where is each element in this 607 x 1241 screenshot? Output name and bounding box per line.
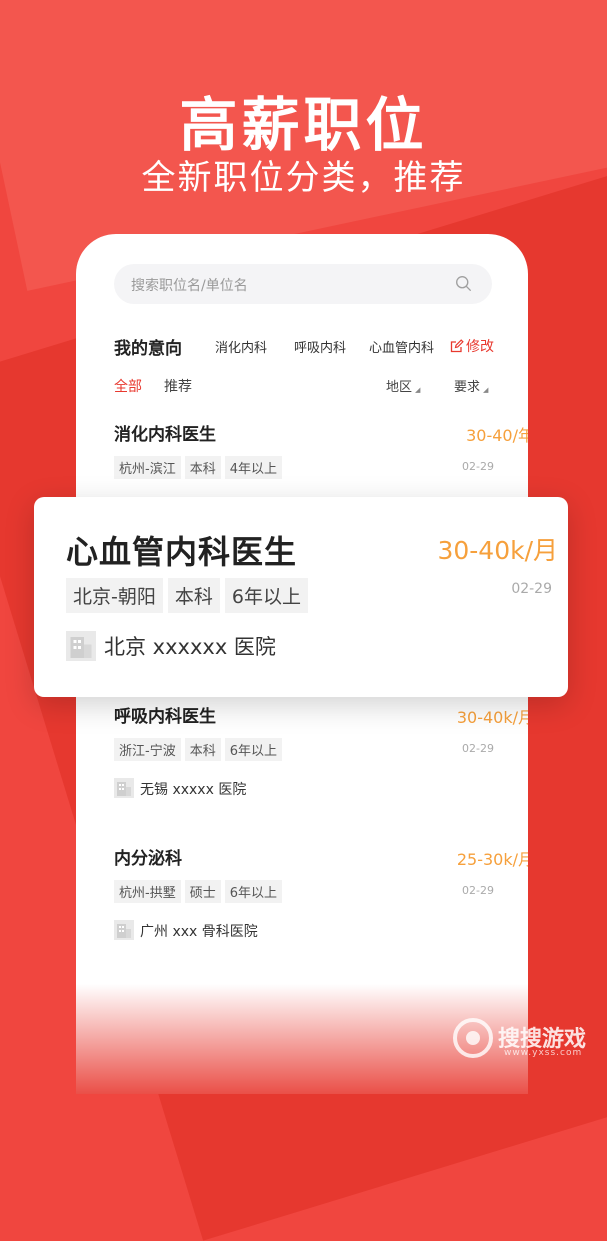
job-tags: 浙江-宁波 本科 6年以上 bbox=[114, 738, 286, 761]
hospital-icon bbox=[114, 778, 134, 798]
my-intent-row: 我的意向 消化内科 呼吸内科 心血管内科 修改 bbox=[114, 334, 494, 359]
featured-job-organization: 北京 xxxxxx 医院 bbox=[66, 631, 276, 661]
edit-label: 修改 bbox=[466, 339, 494, 355]
region-dropdown[interactable]: 地区 ◢ bbox=[386, 376, 420, 395]
job-salary: 30-40/年 bbox=[466, 426, 528, 445]
search-icon[interactable] bbox=[455, 275, 472, 292]
job-tag-degree: 本科 bbox=[184, 738, 221, 761]
job-tag-degree: 本科 bbox=[184, 456, 221, 479]
job-tag-experience: 6年以上 bbox=[224, 738, 282, 761]
triangle-down-icon: ◢ bbox=[415, 386, 421, 394]
hero-subtitle: 全新职位分类，推荐 bbox=[141, 158, 466, 198]
featured-job-date: 02-29 bbox=[511, 581, 552, 597]
search-bar[interactable]: 搜索职位名/单位名 bbox=[114, 264, 492, 304]
region-label: 地区 bbox=[386, 380, 413, 395]
filter-row: 全部 推荐 地区 ◢ 要求 ◢ bbox=[114, 376, 494, 396]
intent-tag-digestive[interactable]: 消化内科 bbox=[215, 337, 267, 356]
job-tag-location: 北京-朝阳 bbox=[66, 578, 163, 613]
org-name: 广州 xxx 骨科医院 bbox=[140, 924, 258, 940]
job-tag-degree: 本科 bbox=[167, 578, 220, 613]
job-card-endocrine[interactable]: 内分泌科 25-30k/月 杭州-拱墅 硕士 6年以上 02-29 广州 xxx 骨… bbox=[114, 844, 528, 954]
job-tag-location: 杭州-滨江 bbox=[114, 456, 181, 479]
job-tag-degree: 硕士 bbox=[184, 880, 221, 903]
intent-tag-respiratory[interactable]: 呼吸内科 bbox=[294, 337, 346, 356]
edit-icon bbox=[450, 339, 464, 353]
job-tag-experience: 6年以上 bbox=[224, 880, 282, 903]
hospital-icon bbox=[66, 631, 96, 661]
job-organization: 广州 xxx 骨科医院 bbox=[114, 920, 258, 941]
triangle-down-icon: ◢ bbox=[483, 386, 489, 394]
org-name: 北京 xxxxxx 医院 bbox=[104, 635, 276, 659]
job-tags: 杭州-拱墅 硕士 6年以上 bbox=[114, 880, 286, 903]
featured-job-title: 心血管内科医生 bbox=[66, 533, 298, 571]
job-tag-experience: 6年以上 bbox=[224, 578, 308, 613]
job-organization: 无锡 xxxxx 医院 bbox=[114, 778, 246, 799]
job-tag-location: 浙江-宁波 bbox=[114, 738, 181, 761]
job-tag-experience: 4年以上 bbox=[224, 456, 282, 479]
org-name: 无锡 xxxxx 医院 bbox=[140, 782, 247, 798]
hospital-icon bbox=[114, 920, 134, 940]
intent-title: 我的意向 bbox=[114, 339, 182, 359]
requirement-label: 要求 bbox=[454, 380, 481, 395]
job-title: 内分泌科 bbox=[114, 849, 182, 869]
watermark-logo-icon bbox=[453, 1018, 493, 1058]
job-title: 消化内科医生 bbox=[114, 425, 216, 445]
job-date: 02-29 bbox=[462, 884, 494, 897]
job-card-respiratory[interactable]: 呼吸内科医生 30-40k/月 浙江-宁波 本科 6年以上 02-29 无锡 xxx… bbox=[114, 702, 528, 812]
job-date: 02-29 bbox=[462, 742, 494, 755]
watermark-domain: www.yxss.com bbox=[504, 1048, 583, 1058]
featured-job-salary: 30-40k/月 bbox=[437, 536, 558, 565]
edit-intent-button[interactable]: 修改 bbox=[450, 336, 494, 356]
featured-job-card[interactable]: 心血管内科医生 30-40k/月 北京-朝阳 本科 6年以上 02-29 北京 xx… bbox=[34, 497, 568, 697]
featured-job-tags: 北京-朝阳 本科 6年以上 bbox=[66, 578, 313, 613]
tab-recommend[interactable]: 推荐 bbox=[164, 376, 192, 396]
watermark: 搜搜游戏 www.yxss.com bbox=[450, 1015, 600, 1065]
job-date: 02-29 bbox=[462, 460, 494, 473]
tab-all[interactable]: 全部 bbox=[114, 376, 142, 396]
search-input[interactable]: 搜索职位名/单位名 bbox=[131, 275, 248, 295]
job-salary: 30-40k/月 bbox=[456, 708, 528, 727]
job-salary: 25-30k/月 bbox=[456, 850, 528, 869]
job-title: 呼吸内科医生 bbox=[114, 707, 216, 727]
job-tag-location: 杭州-拱墅 bbox=[114, 880, 181, 903]
requirement-dropdown[interactable]: 要求 ◢ bbox=[454, 376, 488, 395]
job-tags: 杭州-滨江 本科 4年以上 bbox=[114, 456, 286, 479]
intent-tag-cardiology[interactable]: 心血管内科 bbox=[369, 337, 434, 356]
